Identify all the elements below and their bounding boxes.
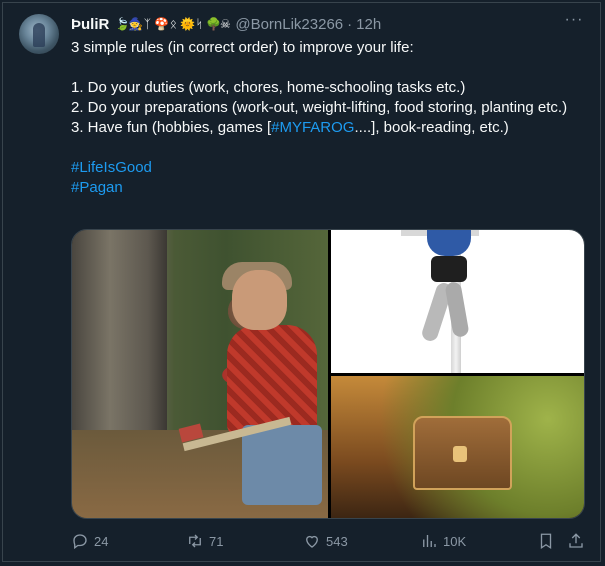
media-image-treasure-chest[interactable] (331, 376, 584, 518)
emoji-2: 🧙 (128, 17, 144, 31)
separator: · (347, 15, 353, 33)
views-icon (423, 535, 436, 547)
author-name[interactable]: ÞuliR (71, 16, 109, 33)
rule-1: 1. Do your duties (work, chores, home-sc… (71, 79, 466, 96)
emoji-4: 🍄 (154, 17, 170, 31)
emoji-1: 🍃 (115, 17, 131, 31)
share-button[interactable] (567, 530, 585, 552)
reply-count: 24 (94, 533, 109, 549)
reply-button[interactable]: 24 (71, 530, 108, 552)
hashtag-lifeisgood[interactable]: #LifeIsGood (71, 159, 152, 176)
emoji-5: ᛟ (169, 17, 177, 31)
retweet-button[interactable]: 71 (186, 530, 223, 552)
rule-3: 3. Have fun (hobbies, games [#MYFAROG...… (71, 118, 571, 138)
action-bar: 24 71 543 10K (71, 530, 585, 552)
emoji-7: ᛋ (195, 17, 203, 31)
like-count: 543 (326, 533, 348, 549)
more-icon[interactable]: ··· (564, 12, 584, 32)
media-grid (71, 229, 585, 519)
avatar[interactable] (19, 14, 59, 54)
hashtag-pagan[interactable]: #Pagan (71, 179, 123, 196)
bookmark-icon (540, 533, 552, 550)
media-image-pullup[interactable] (331, 230, 584, 373)
rule-3-pre: 3. Have fun (hobbies, games [ (71, 119, 272, 136)
emoji-9: ☠ (219, 17, 231, 31)
hashtag-myfarog[interactable]: #MYFAROG (271, 119, 354, 136)
retweet-count: 71 (209, 533, 224, 549)
emoji-3: ᛉ (143, 17, 151, 31)
author-emojis: 🍃 🧙 ᛉ 🍄 ᛟ 🌞 ᛋ 🌳 ☠ (115, 17, 231, 31)
retweet-icon (189, 534, 201, 548)
author-handle[interactable]: @BornLik23266 (235, 16, 343, 33)
rule-2: 2. Do your preparations (work-out, weigh… (71, 99, 568, 116)
emoji-8: 🌳 (206, 17, 222, 31)
like-button[interactable]: 543 (303, 530, 348, 552)
bookmark-button[interactable] (537, 530, 555, 552)
views-count: 10K (443, 533, 467, 549)
reply-icon (73, 534, 87, 550)
tweet-header: ÞuliR 🍃 🧙 ᛉ 🍄 ᛟ 🌞 ᛋ 🌳 ☠ @BornLik23266 · … (71, 14, 381, 34)
views-button[interactable]: 10K (420, 530, 466, 552)
rule-3-post: ....], book-reading, etc.) (354, 119, 509, 136)
timestamp[interactable]: 12h (356, 16, 381, 33)
tweet-text: 3 simple rules (in correct order) to imp… (71, 38, 571, 198)
media-image-lumberjack[interactable] (72, 230, 328, 518)
like-icon (306, 535, 318, 548)
tweet-line-1: 3 simple rules (in correct order) to imp… (71, 39, 414, 56)
share-icon (569, 533, 583, 548)
emoji-6: 🌞 (180, 17, 196, 31)
